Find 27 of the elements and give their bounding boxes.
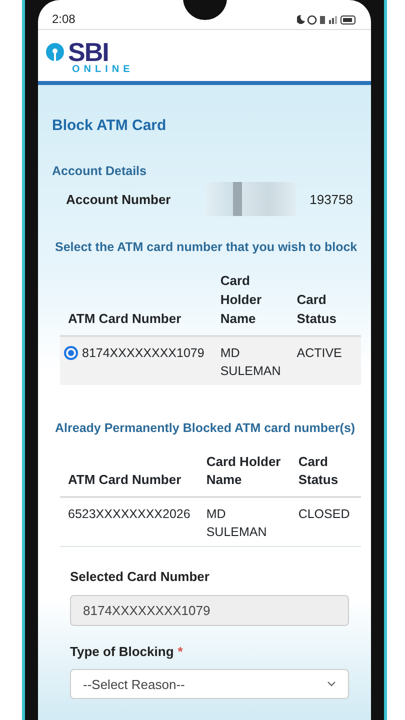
table-cell: MD SULEMAN	[220, 346, 281, 378]
selected-card-field: 8174XXXXXXXX1079	[70, 594, 349, 626]
table-cell: 6523XXXXXXXX2026	[68, 507, 190, 522]
field-label: Selected Card Number	[70, 568, 210, 586]
field-label: Account Number	[66, 190, 172, 208]
status-time: 2:08	[52, 11, 76, 28]
required-mark: *	[178, 642, 183, 661]
field-label: Type of Blocking	[70, 642, 174, 661]
chevron-down-icon	[327, 681, 336, 688]
table-cell: CLOSED	[298, 507, 350, 522]
reason-dropdown[interactable]: --Select Reason--	[70, 669, 349, 700]
account-number: 193758	[310, 190, 354, 208]
table-cell-text: 8174XXXXXXXX1079	[82, 344, 204, 362]
column-header: ATM Card Number	[60, 450, 198, 498]
table-cell: ACTIVE	[296, 346, 342, 360]
column-header: Card Status	[290, 450, 361, 498]
section-heading: Account Details	[52, 162, 148, 180]
instruction-text: Select the ATM card number that you wish to block	[54, 239, 358, 256]
logo-tagline: ONLINE	[71, 64, 134, 76]
section-heading: Already Permanently Blocked ATM card number(s)	[54, 420, 356, 437]
keyhole-logo-icon	[46, 43, 64, 61]
page-title: Block ATM Card	[52, 116, 168, 136]
column-header: Card Holder Name	[198, 450, 290, 498]
logo-text: SBI	[68, 40, 108, 64]
camera-notch	[182, 0, 226, 20]
radio-button[interactable]	[64, 346, 78, 360]
table-cell: MD SULEMAN	[206, 507, 267, 540]
